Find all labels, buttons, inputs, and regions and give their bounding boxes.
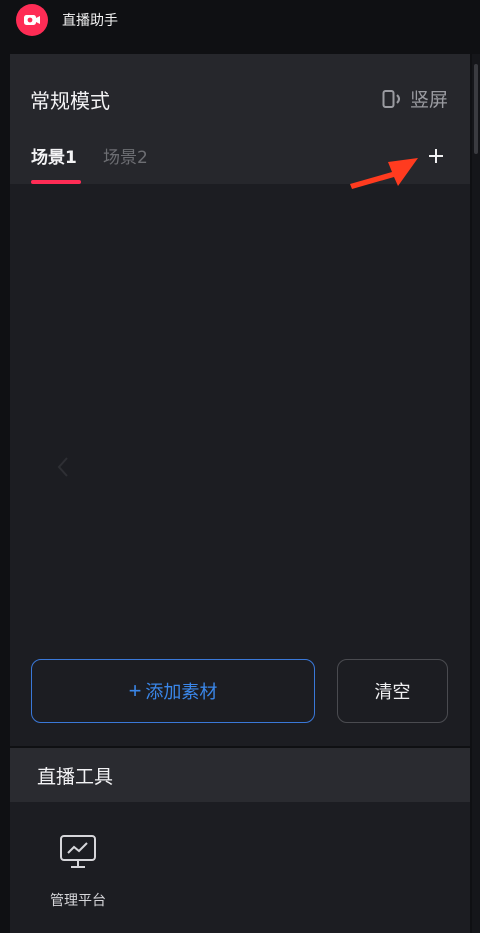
plus-icon: [429, 149, 443, 163]
tool-item-management-platform[interactable]: 管理平台: [38, 832, 118, 912]
orientation-toggle-button[interactable]: 竖屏: [382, 85, 448, 112]
plus-icon: +: [128, 678, 142, 703]
tools-section-header: 直播工具: [10, 748, 470, 802]
camera-icon: [24, 15, 40, 25]
tab-scene-1[interactable]: 场景1: [31, 143, 77, 168]
app-title: 直播助手: [62, 13, 118, 29]
tab-scene-2[interactable]: 场景2: [103, 143, 148, 168]
scrollbar[interactable]: [472, 54, 480, 933]
tools-title: 直播工具: [37, 766, 114, 788]
chevron-left-icon[interactable]: [56, 456, 70, 478]
portrait-orientation-icon: [382, 89, 400, 108]
scene-canvas[interactable]: [10, 184, 470, 654]
orientation-label: 竖屏: [409, 89, 448, 111]
mode-title: 常规模式: [30, 89, 110, 113]
tools-list: 管理平台: [10, 802, 470, 933]
scrollbar-thumb[interactable]: [474, 64, 478, 154]
clear-button[interactable]: 清空: [337, 659, 448, 723]
title-bar: 直播助手: [0, 0, 480, 40]
monitor-chart-icon: [60, 835, 96, 868]
add-material-button[interactable]: + 添加素材: [31, 659, 315, 723]
annotation-arrow-icon: [350, 158, 418, 189]
add-material-label: 添加素材: [145, 682, 218, 702]
add-scene-button[interactable]: [426, 146, 446, 166]
app-logo: [16, 4, 48, 36]
tool-label: 管理平台: [50, 893, 106, 909]
